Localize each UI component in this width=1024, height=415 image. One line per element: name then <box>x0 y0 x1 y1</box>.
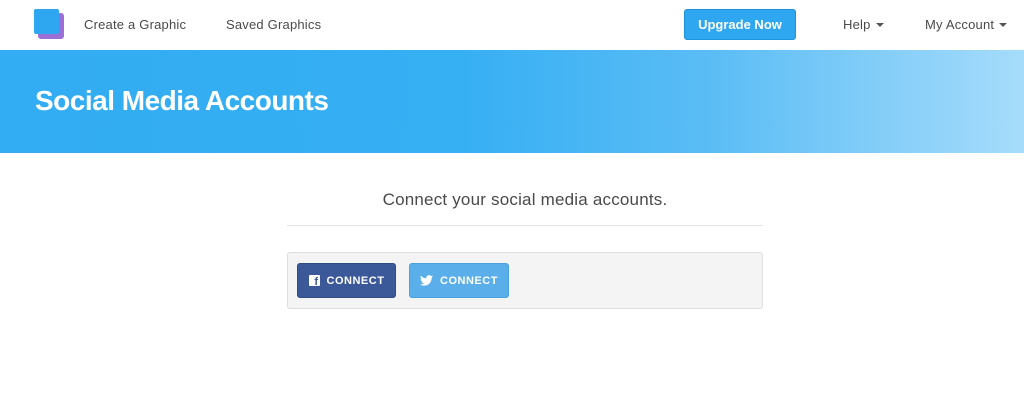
my-account-menu[interactable]: My Account <box>925 17 1008 32</box>
facebook-icon <box>308 275 320 288</box>
twitter-connect-label: CONNECT <box>440 274 498 287</box>
upgrade-now-button[interactable]: Upgrade Now <box>684 9 796 40</box>
top-navigation: Create a Graphic Saved Graphics Upgrade … <box>0 0 1024 50</box>
page-title: Social Media Accounts <box>35 85 329 116</box>
chevron-down-icon <box>875 22 884 27</box>
twitter-connect-button[interactable]: CONNECT <box>409 263 509 298</box>
app-logo-icon[interactable] <box>34 9 64 39</box>
connect-instructions: Connect your social media accounts. <box>382 190 668 209</box>
help-menu[interactable]: Help <box>843 17 884 32</box>
facebook-connect-label: CONNECT <box>326 274 385 287</box>
twitter-icon <box>420 275 434 286</box>
help-menu-label: Help <box>843 17 871 32</box>
divider <box>287 225 763 226</box>
chevron-down-icon <box>999 22 1008 27</box>
my-account-menu-label: My Account <box>925 17 995 32</box>
nav-saved-graphics-link[interactable]: Saved Graphics <box>226 17 321 32</box>
facebook-connect-button[interactable]: CONNECT <box>297 263 396 298</box>
page-banner: Social Media Accounts <box>0 50 1024 153</box>
nav-create-graphic-link[interactable]: Create a Graphic <box>84 17 186 32</box>
connect-panel: CONNECT CONNECT <box>287 252 763 309</box>
logo-front-square <box>34 9 59 34</box>
